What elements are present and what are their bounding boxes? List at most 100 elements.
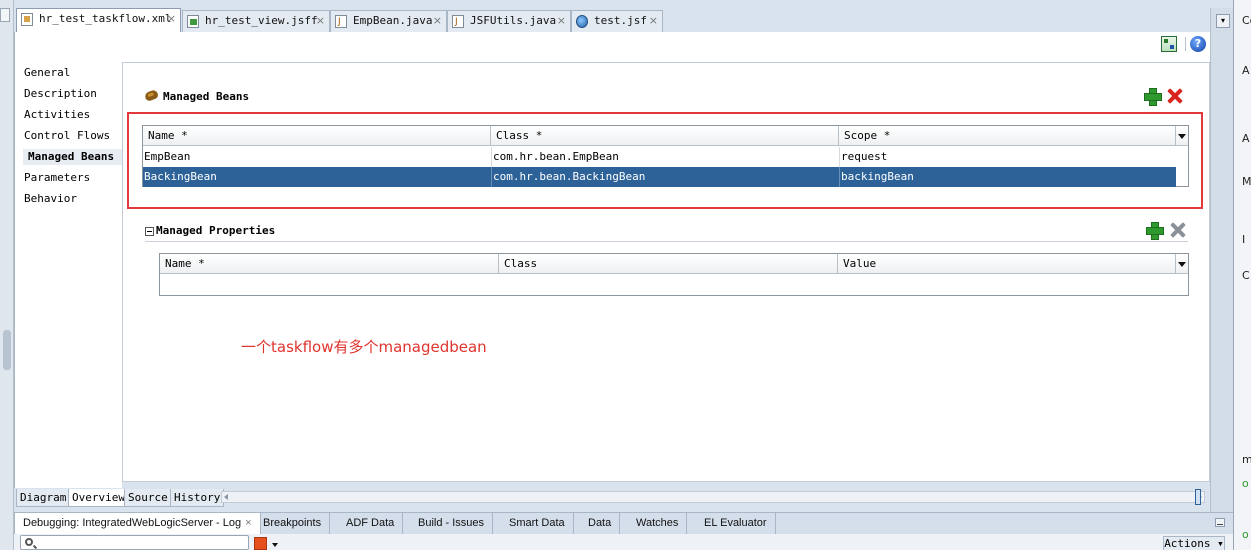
managed-properties-table: Name * Class Value xyxy=(159,253,1189,296)
panel-glyph: A xyxy=(1242,64,1250,77)
java-file-icon xyxy=(452,12,464,32)
minimize-icon[interactable] xyxy=(1215,518,1225,527)
tab-label: hr_test_view.jsff xyxy=(205,14,318,27)
tab-label: EmpBean.java xyxy=(353,14,433,27)
table-header: Name * Class * Scope * xyxy=(143,126,1188,146)
jsf-file-icon xyxy=(576,15,588,28)
actions-label: Actions xyxy=(1164,537,1211,550)
tab-debug-log[interactable]: Debugging: IntegratedWebLogicServer - Lo… xyxy=(14,513,261,534)
delete-property-icon[interactable] xyxy=(1170,222,1186,238)
left-gutter xyxy=(0,0,14,550)
stop-icon[interactable] xyxy=(254,537,267,550)
column-header-value[interactable]: Value xyxy=(838,254,1176,274)
tab-hr-test-taskflow[interactable]: hr_test_taskflow.xml × xyxy=(16,8,181,32)
help-icon[interactable]: ? xyxy=(1190,36,1206,52)
panel-menu-button[interactable]: ▾ xyxy=(1216,14,1230,28)
managed-properties-title: Managed Properties xyxy=(156,224,276,237)
gutter-toggle[interactable] xyxy=(0,8,10,22)
column-header-class[interactable]: Class * xyxy=(491,126,839,146)
scroll-left-icon[interactable] xyxy=(224,494,228,500)
tab-label: JSFUtils.java xyxy=(470,14,557,27)
close-icon[interactable]: × xyxy=(245,517,251,529)
managed-beans-table: Name * Class * Scope * EmpBean com.hr.be… xyxy=(142,125,1189,187)
cell-name[interactable]: BackingBean xyxy=(144,167,492,187)
tab-diagram[interactable]: Diagram xyxy=(16,489,71,507)
close-icon[interactable]: × xyxy=(167,9,176,29)
actions-button[interactable]: Actions ▾ xyxy=(1163,536,1225,550)
tab-label: Debugging: IntegratedWebLogicServer - Lo… xyxy=(23,517,242,529)
panel-glyph: I xyxy=(1242,233,1246,246)
tab-el-evaluator[interactable]: EL Evaluator xyxy=(696,513,776,534)
panel-glyph: C xyxy=(1242,269,1250,282)
tab-empbean[interactable]: EmpBean.java × xyxy=(330,10,447,32)
editor-toolbar: ? xyxy=(14,32,1210,56)
close-icon[interactable]: × xyxy=(316,11,325,31)
column-menu-icon[interactable] xyxy=(1175,254,1188,274)
editor-view-tabs: Diagram Overview Source History xyxy=(14,488,1210,508)
column-menu-icon[interactable] xyxy=(1175,126,1188,146)
tab-jsfutils[interactable]: JSFUtils.java × xyxy=(447,10,571,32)
cell-class[interactable]: com.hr.bean.EmpBean xyxy=(493,147,840,167)
tab-label: test.jsf xyxy=(594,14,647,27)
cell-class[interactable]: com.hr.bean.BackingBean xyxy=(493,167,840,187)
add-property-icon[interactable] xyxy=(1146,222,1164,240)
tab-history[interactable]: History xyxy=(170,489,225,507)
log-search-input[interactable] xyxy=(20,535,249,550)
sidebar-item-description[interactable]: Description xyxy=(24,86,97,102)
sidebar-item-control-flows[interactable]: Control Flows xyxy=(24,128,110,144)
tab-label: hr_test_taskflow.xml xyxy=(39,12,172,25)
delete-bean-icon[interactable] xyxy=(1167,88,1183,104)
toolbar-separator xyxy=(1185,37,1186,51)
left-scrollbar-thumb[interactable] xyxy=(3,330,11,370)
log-toolbar: Actions ▾ xyxy=(14,534,1233,550)
close-icon[interactable]: × xyxy=(557,11,566,31)
column-header-scope[interactable]: Scope * xyxy=(839,126,1176,146)
panel-glyph: m xyxy=(1242,453,1251,466)
table-row[interactable]: EmpBean com.hr.bean.EmpBean request xyxy=(143,147,1176,167)
add-bean-icon[interactable] xyxy=(1144,88,1162,106)
table-header: Name * Class Value xyxy=(160,254,1188,274)
split-handle[interactable] xyxy=(1195,489,1201,505)
tab-source[interactable]: Source xyxy=(124,489,172,507)
collapse-toggle-icon[interactable] xyxy=(145,227,154,236)
log-panel-tabs: Debugging: IntegratedWebLogicServer - Lo… xyxy=(14,512,1233,534)
tab-test-jsf[interactable]: test.jsf × xyxy=(571,10,663,32)
cell-scope[interactable]: request xyxy=(841,147,1176,167)
overview-sidebar: General Description Activities Control F… xyxy=(14,56,123,488)
chevron-down-icon[interactable] xyxy=(272,543,278,547)
panel-glyph: Co xyxy=(1242,14,1251,27)
section-divider xyxy=(145,241,1188,242)
tab-build-issues[interactable]: Build - Issues xyxy=(410,513,494,534)
tab-hr-test-view[interactable]: hr_test_view.jsff × xyxy=(182,10,330,32)
sidebar-item-activities[interactable]: Activities xyxy=(24,107,90,123)
column-header-name[interactable]: Name * xyxy=(143,126,491,146)
tab-breakpoints[interactable]: Breakpoints xyxy=(255,513,331,534)
annotation-text: 一个taskflow有多个managedbean xyxy=(241,338,487,356)
close-icon[interactable]: × xyxy=(649,11,658,31)
diagram-layout-icon[interactable] xyxy=(1161,36,1177,52)
sidebar-item-general[interactable]: General xyxy=(24,65,70,81)
close-icon[interactable]: × xyxy=(433,11,442,31)
tab-smart-data[interactable]: Smart Data xyxy=(501,513,574,534)
horizontal-scrollbar[interactable] xyxy=(221,491,1205,503)
tab-data[interactable]: Data xyxy=(580,513,621,534)
xml-file-icon xyxy=(21,13,33,26)
column-header-class[interactable]: Class xyxy=(499,254,838,274)
tab-adf-data[interactable]: ADF Data xyxy=(338,513,404,534)
panel-glyph: M xyxy=(1242,175,1251,188)
right-gutter: ▾ xyxy=(1210,8,1233,550)
tab-overview[interactable]: Overview xyxy=(68,489,129,507)
tab-watches[interactable]: Watches xyxy=(628,513,688,534)
right-side-panel: Co A A M I C m o o xyxy=(1233,0,1251,550)
search-icon xyxy=(25,538,33,546)
sidebar-item-managed-beans[interactable]: Managed Beans xyxy=(23,149,123,165)
sidebar-item-parameters[interactable]: Parameters xyxy=(24,170,90,186)
column-header-name[interactable]: Name * xyxy=(160,254,499,274)
table-row[interactable]: BackingBean com.hr.bean.BackingBean back… xyxy=(143,167,1176,187)
panel-glyph: A xyxy=(1242,132,1250,145)
panel-glyph: o xyxy=(1242,477,1249,490)
jsff-file-icon xyxy=(187,15,199,28)
sidebar-item-behavior[interactable]: Behavior xyxy=(24,191,77,207)
cell-name[interactable]: EmpBean xyxy=(144,147,492,167)
cell-scope[interactable]: backingBean xyxy=(841,167,1176,187)
